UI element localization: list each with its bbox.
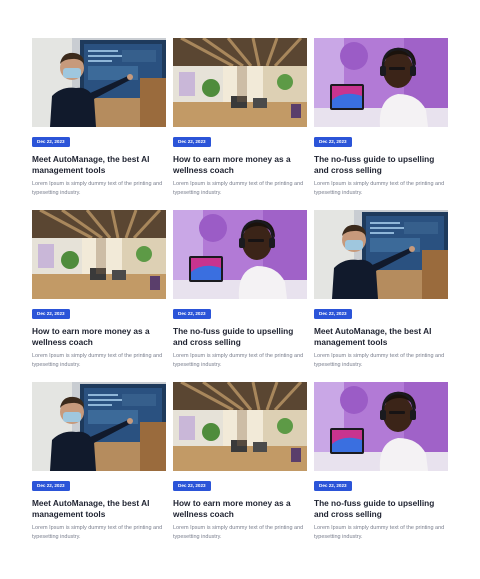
blog-card[interactable]: Dec 22, 2023 The no-fuss guide to upsell… [314,382,448,540]
date-badge: Dec 22, 2023 [173,137,211,147]
card-excerpt: Lorem Ipsum is simply dummy text of the … [173,181,304,196]
office-interior-photo[interactable] [32,210,166,299]
card-title[interactable]: How to earn more money as a wellness coa… [32,326,166,347]
card-title[interactable]: The no-fuss guide to upselling and cross… [314,154,448,175]
date-badge: Dec 22, 2023 [32,481,70,491]
date-badge: Dec 22, 2023 [32,137,70,147]
card-title[interactable]: Meet AutoManage, the best AI management … [32,498,166,519]
date-badge: Dec 22, 2023 [173,481,211,491]
man-with-headphones-laptop-photo[interactable] [173,210,307,299]
date-badge: Dec 22, 2023 [173,309,211,319]
card-excerpt: Lorem Ipsum is simply dummy text of the … [314,353,445,368]
card-excerpt: Lorem Ipsum is simply dummy text of the … [314,181,445,196]
blog-card[interactable]: Dec 22, 2023 Meet AutoManage, the best A… [314,210,448,368]
blog-card-grid: Dec 22, 2023 Meet AutoManage, the best A… [32,38,448,540]
card-title[interactable]: The no-fuss guide to upselling and cross… [173,326,307,347]
date-badge: Dec 22, 2023 [314,309,352,319]
blog-card[interactable]: Dec 22, 2023 How to earn more money as a… [173,38,307,196]
card-title[interactable]: Meet AutoManage, the best AI management … [32,154,166,175]
blog-card[interactable]: Dec 22, 2023 How to earn more money as a… [173,382,307,540]
card-excerpt: Lorem Ipsum is simply dummy text of the … [314,525,445,540]
card-title[interactable]: Meet AutoManage, the best AI management … [314,326,448,347]
man-with-headphones-laptop-photo[interactable] [314,38,448,127]
date-badge: Dec 22, 2023 [314,481,352,491]
card-excerpt: Lorem Ipsum is simply dummy text of the … [173,353,304,368]
presenter-at-screen-photo[interactable] [32,382,166,471]
office-interior-photo[interactable] [173,38,307,127]
card-title[interactable]: The no-fuss guide to upselling and cross… [314,498,448,519]
card-excerpt: Lorem Ipsum is simply dummy text of the … [32,353,163,368]
card-excerpt: Lorem Ipsum is simply dummy text of the … [32,181,163,196]
date-badge: Dec 22, 2023 [32,309,70,319]
card-excerpt: Lorem Ipsum is simply dummy text of the … [173,525,304,540]
blog-card[interactable]: Dec 22, 2023 The no-fuss guide to upsell… [314,38,448,196]
blog-card[interactable]: Dec 22, 2023 Meet AutoManage, the best A… [32,382,166,540]
card-title[interactable]: How to earn more money as a wellness coa… [173,154,307,175]
blog-card[interactable]: Dec 22, 2023 How to earn more money as a… [32,210,166,368]
presenter-at-screen-photo[interactable] [32,38,166,127]
date-badge: Dec 22, 2023 [314,137,352,147]
card-title[interactable]: How to earn more money as a wellness coa… [173,498,307,519]
blog-card[interactable]: Dec 22, 2023 Meet AutoManage, the best A… [32,38,166,196]
blog-card[interactable]: Dec 22, 2023 The no-fuss guide to upsell… [173,210,307,368]
man-with-headphones-laptop-photo[interactable] [314,382,448,471]
presenter-at-screen-photo[interactable] [314,210,448,299]
office-interior-photo[interactable] [173,382,307,471]
card-excerpt: Lorem Ipsum is simply dummy text of the … [32,525,163,540]
